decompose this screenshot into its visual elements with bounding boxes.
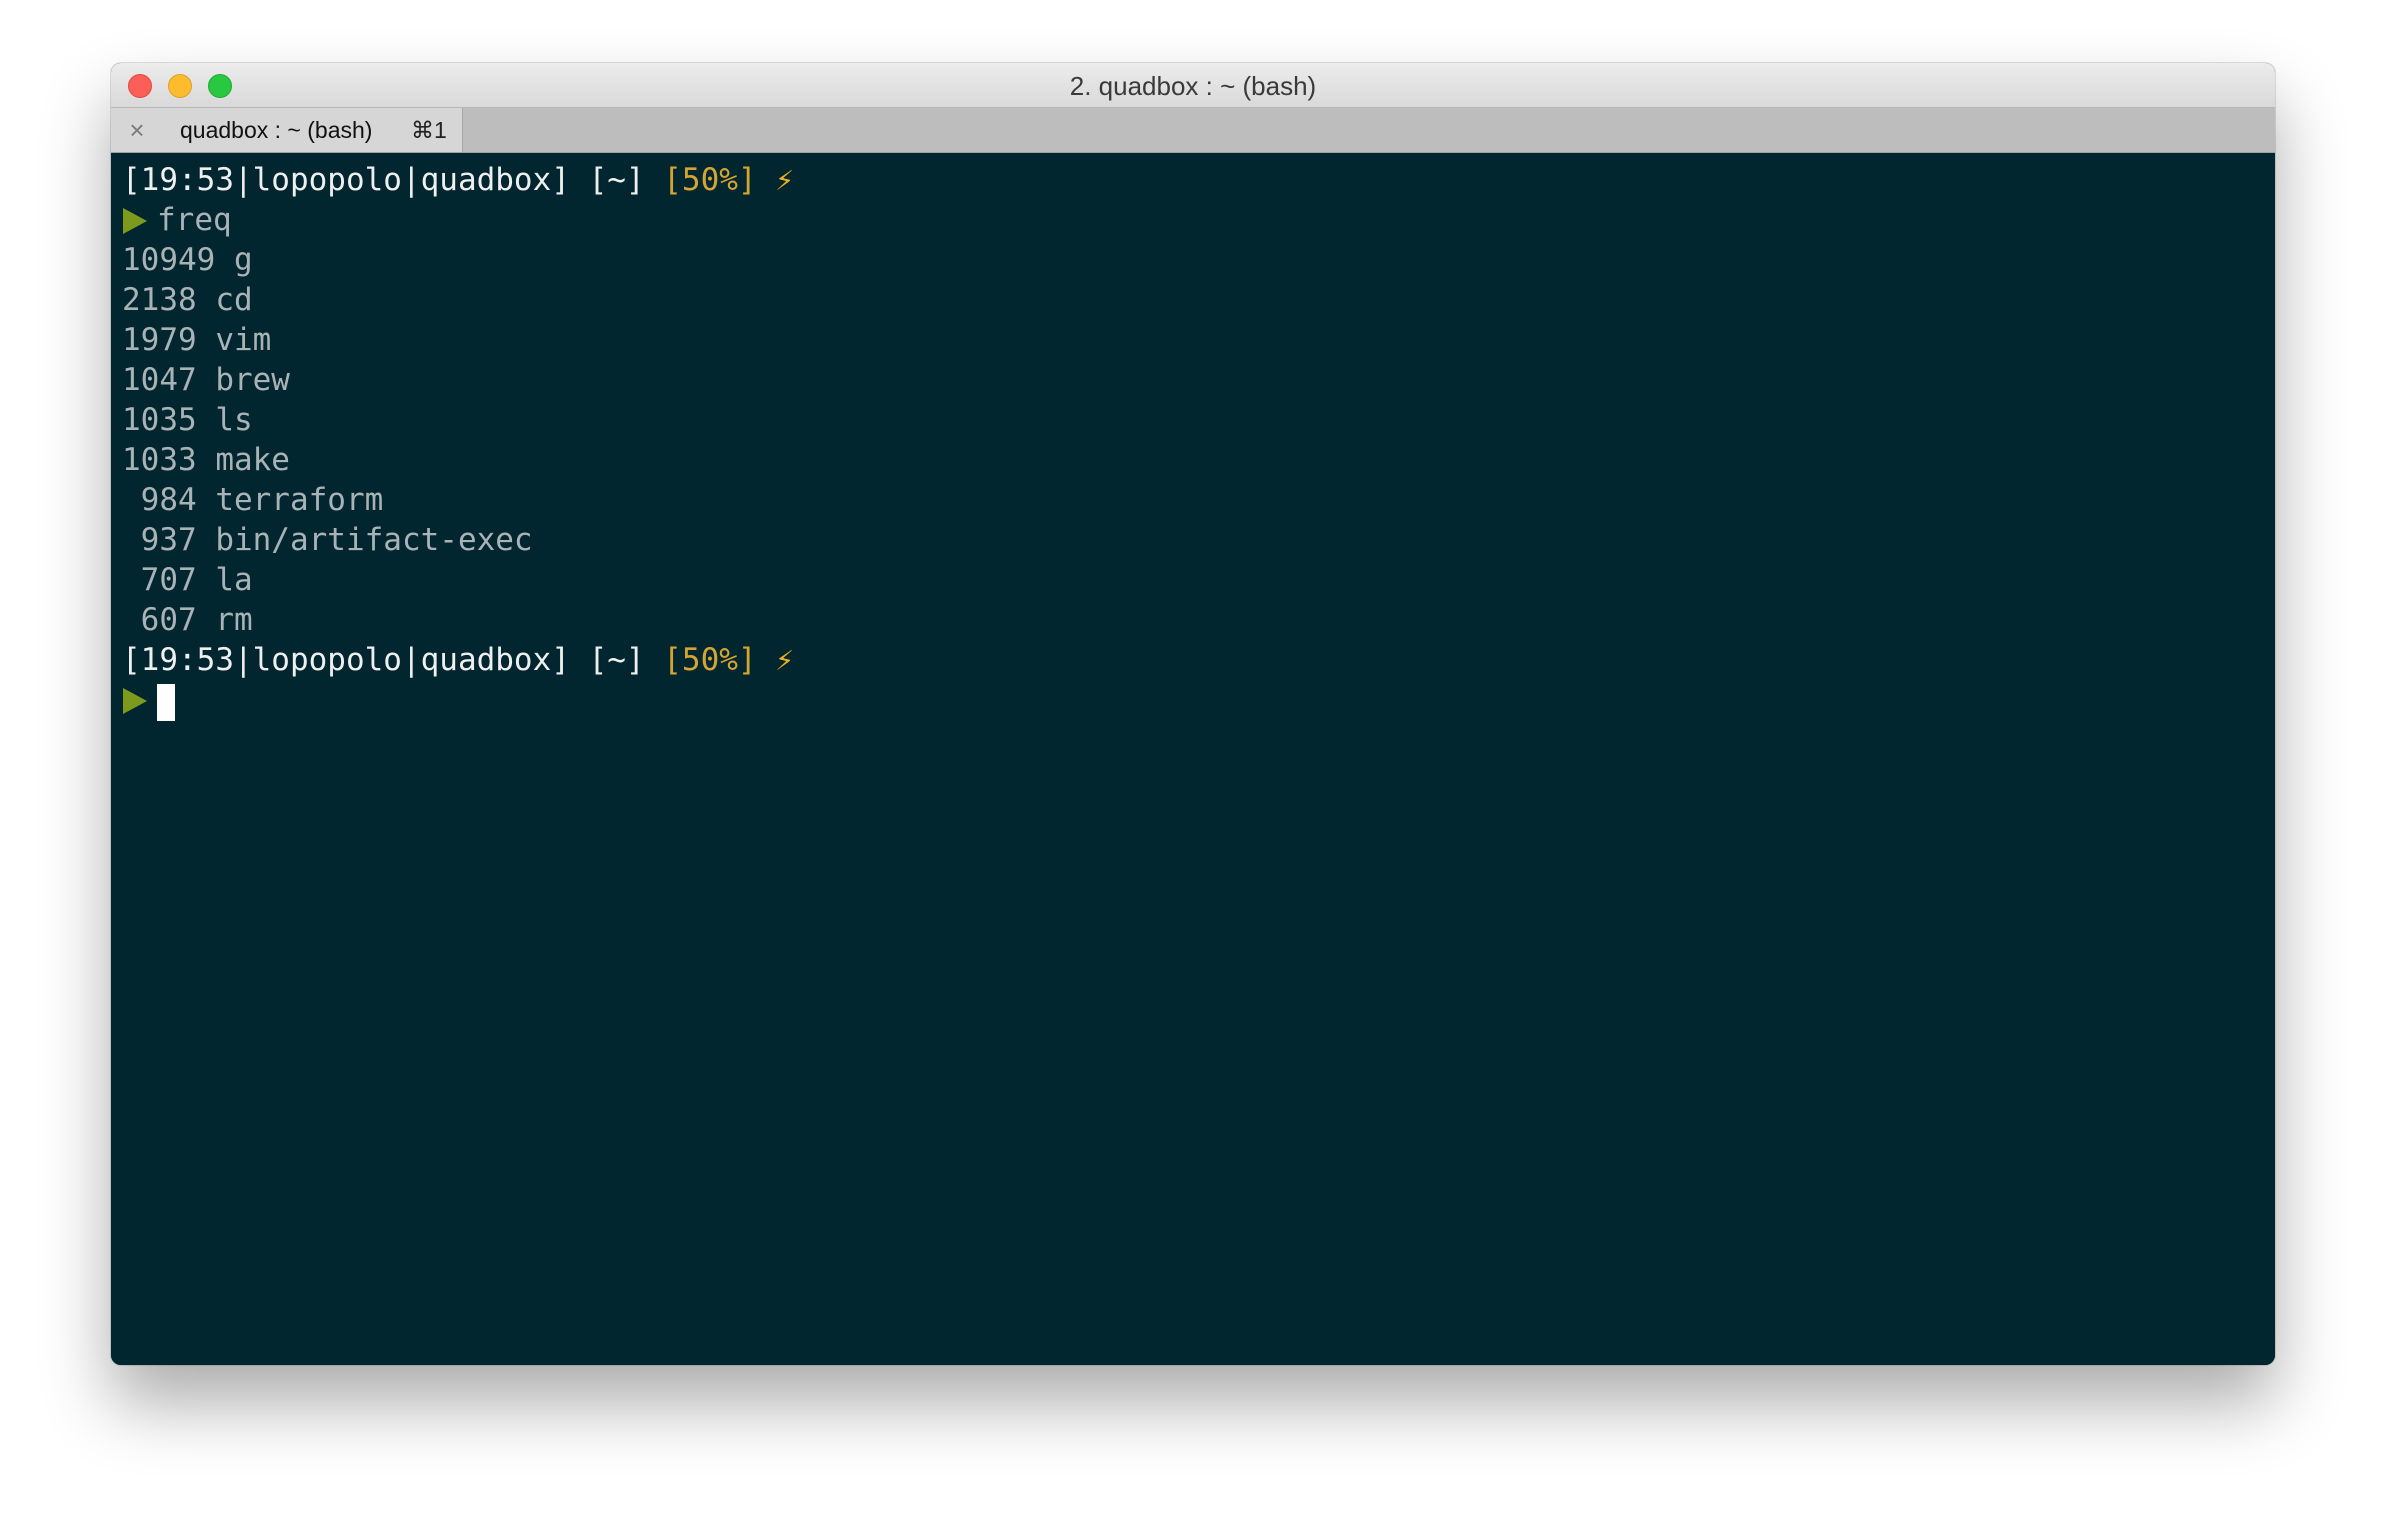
output-line: 10949 g: [122, 242, 253, 278]
battery-status: [50%]: [663, 162, 757, 198]
command-text: freq: [157, 202, 232, 238]
output-line: 984 terraform: [122, 482, 384, 518]
terminal-window: 2. quadbox : ~ (bash) × quadbox : ~ (bas…: [111, 63, 2275, 1365]
prompt-info: [19:53|lopopolo|quadbox] [~]: [122, 162, 664, 198]
prompt-arrow-icon: [123, 208, 147, 234]
tab-close-icon[interactable]: ×: [125, 117, 149, 143]
output-line: 937 bin/artifact-exec: [122, 522, 533, 558]
text-cursor: [157, 684, 175, 721]
output-line: 607 rm: [122, 602, 253, 638]
tab-bar: × quadbox : ~ (bash) ⌘1: [111, 108, 2275, 153]
input-line[interactable]: [122, 680, 2275, 721]
window-title: 2. quadbox : ~ (bash): [1069, 71, 1317, 101]
terminal-output[interactable]: [19:53|lopopolo|quadbox] [~] [50%] ⚡ fre…: [111, 153, 2275, 1365]
prompt-arrow-icon: [123, 688, 147, 714]
battery-status: [50%]: [663, 642, 757, 678]
prompt-info: [19:53|lopopolo|quadbox] [~]: [122, 642, 664, 678]
command-line: freq: [122, 200, 2275, 240]
tab-label: quadbox : ~ (bash): [180, 117, 373, 143]
output-line: 1033 make: [122, 442, 290, 478]
prompt-line: [19:53|lopopolo|quadbox] [~] [50%] ⚡: [122, 640, 2275, 680]
output-line: 2138 cd: [122, 282, 253, 318]
tab-bash[interactable]: × quadbox : ~ (bash) ⌘1: [111, 108, 463, 152]
tab-shortcut: ⌘1: [411, 117, 447, 143]
prompt-line: [19:53|lopopolo|quadbox] [~] [50%] ⚡: [122, 160, 2275, 200]
output-line: 1047 brew: [122, 362, 290, 398]
output-line: 707 la: [122, 562, 253, 598]
output-line: 1979 vim: [122, 322, 272, 358]
lightning-bolt-icon: ⚡: [775, 162, 794, 198]
output-line: 1035 ls: [122, 402, 253, 438]
lightning-bolt-icon: ⚡: [775, 642, 794, 678]
title-bar[interactable]: 2. quadbox : ~ (bash): [111, 63, 2275, 108]
